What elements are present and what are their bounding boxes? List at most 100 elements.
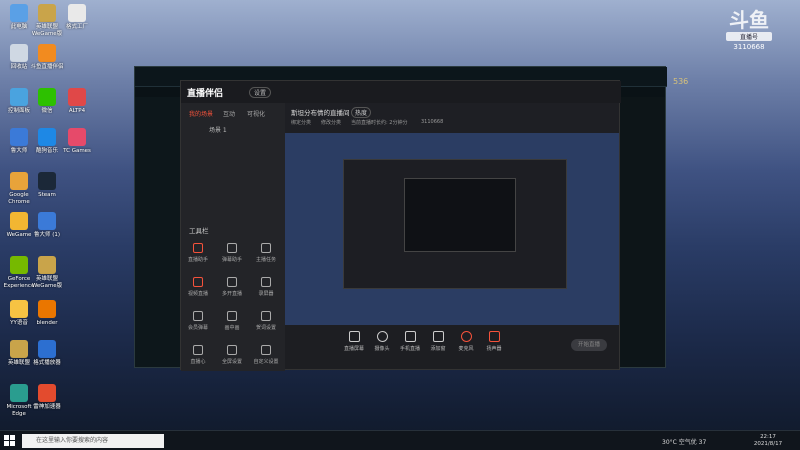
tool-icon: [227, 243, 237, 253]
tool-icon: [193, 243, 203, 253]
desktop-icon[interactable]: blender: [30, 300, 64, 327]
source-toolbar: 直播屏幕 摄像头 手机直播 添加窗 麦克风 扬声器 开始直播: [285, 325, 619, 369]
desktop-icons: 此电脑 英雄联盟 WeGame版 格式工厂 回收站 斗鱼直播伴侣 控制面板 微信…: [0, 0, 91, 430]
format-factory-icon: [68, 4, 86, 22]
speaker-button[interactable]: 扬声器: [479, 331, 509, 352]
windows-start-icon[interactable]: [4, 435, 15, 446]
stream-preview: [285, 133, 619, 325]
kugou-icon: [38, 128, 56, 146]
computer-icon: [10, 4, 28, 22]
tool-button[interactable]: 视频直播: [183, 277, 213, 297]
app-logo: 直播伴侣: [187, 89, 224, 99]
tool-icon: [193, 277, 203, 287]
douyu-icon: [38, 44, 56, 62]
taskbar-clock: 22:17 2021/8/17: [748, 434, 788, 448]
taskbar-search-input[interactable]: 在这里输入你要搜索的内容: [22, 434, 164, 448]
tool-icon: [227, 311, 237, 321]
clock-time: 22:17: [760, 434, 776, 440]
tool-icon: [193, 345, 203, 355]
lol-icon: [38, 4, 56, 22]
desktop-icon[interactable]: 微信: [30, 88, 64, 115]
start-live-button[interactable]: 开始直播: [571, 339, 607, 351]
lol-left-panel: [135, 97, 181, 367]
wegame-icon: [10, 212, 28, 230]
steam-icon: [38, 172, 56, 190]
chip-category[interactable]: 绑定分类: [291, 119, 311, 126]
desktop-icon[interactable]: 英雄联盟 WeGame版: [30, 256, 64, 290]
tool-icon: [227, 345, 237, 355]
tc-games-icon: [68, 128, 86, 146]
screen-source-button[interactable]: 直播屏幕: [339, 331, 369, 352]
desktop-icon[interactable]: 斗鱼直播伴侣: [30, 44, 64, 71]
tool-button[interactable]: 直播助手: [183, 243, 213, 263]
control-panel-icon: [10, 88, 28, 106]
nested-app-preview: [343, 159, 567, 289]
scene-item[interactable]: 场景 1: [209, 125, 227, 134]
desktop-icon[interactable]: 格式工厂: [60, 4, 94, 31]
tool-button[interactable]: 弹幕助手: [217, 243, 247, 263]
watermark-logo: 斗鱼: [729, 8, 769, 32]
watermark-sub: 直播号: [726, 32, 772, 41]
app-left-panel: 我的场景 互动 可视化 场景 1 工具栏 直播助手 弹幕助手 主播任务 视频直播…: [181, 103, 285, 371]
camera-icon: [376, 331, 388, 342]
tool-button[interactable]: 画中画: [217, 311, 247, 331]
window-icon: [432, 331, 444, 342]
blender-icon: [38, 300, 56, 318]
tool-button[interactable]: 全屏设置: [217, 345, 247, 365]
accelerator-icon: [38, 384, 56, 402]
wechat-icon: [38, 88, 56, 106]
room-heat-badge: 热度: [351, 107, 372, 118]
clock-date: 2021/8/17: [753, 441, 783, 447]
geforce-icon: [10, 256, 28, 274]
mic-button[interactable]: 麦克风: [451, 331, 481, 352]
yy-icon: [10, 300, 28, 318]
ludashi-icon: [38, 212, 56, 230]
app-settings-badge[interactable]: 设置: [249, 87, 272, 98]
recycle-bin-icon: [10, 44, 28, 62]
desktop-icon[interactable]: 格式播放器: [30, 340, 64, 367]
tool-button[interactable]: 贺词设置: [251, 311, 281, 331]
tool-icon: [261, 277, 271, 287]
tool-button[interactable]: 直播心: [183, 345, 213, 365]
desktop-icon[interactable]: TC Games: [60, 128, 94, 155]
nested-desktop-preview: [404, 178, 516, 252]
tool-icon: [261, 243, 271, 253]
desktop-icon[interactable]: ALTP4: [60, 88, 94, 115]
camera-source-button[interactable]: 摄像头: [367, 331, 397, 352]
taskbar: 在这里输入你要搜索的内容 30°C 空气优 37 22:17 2021/8/17: [0, 430, 800, 450]
tab-interact[interactable]: 互动: [223, 109, 235, 118]
phone-source-button[interactable]: 手机直播: [395, 331, 425, 352]
phone-icon: [404, 331, 416, 342]
tab-scene[interactable]: 我的场景: [189, 109, 213, 118]
tool-button[interactable]: 录屏器: [251, 277, 281, 297]
watermark-number: 3110668: [733, 43, 765, 51]
chrome-icon: [10, 172, 28, 190]
desktop: 此电脑 英雄联盟 WeGame版 格式工厂 回收站 斗鱼直播伴侣 控制面板 微信…: [0, 0, 800, 450]
desktop-icon[interactable]: 英雄联盟 WeGame版: [30, 4, 64, 38]
window-source-button[interactable]: 添加窗: [423, 331, 453, 352]
mic-icon: [460, 331, 472, 342]
tool-button[interactable]: 自定义设置: [251, 345, 281, 365]
app-titlebar: 直播伴侣 设置: [181, 81, 621, 103]
lol-icon: [10, 340, 28, 358]
lol-right-panel: [619, 97, 665, 367]
altp4-icon: [68, 88, 86, 106]
lol-icon: [38, 256, 56, 274]
tool-button[interactable]: 主播任务: [251, 243, 281, 263]
scene-tabs: 我的场景 互动 可视化: [189, 109, 281, 119]
chip-edit[interactable]: 修改分类: [321, 119, 341, 126]
edge-icon: [10, 384, 28, 402]
tool-button[interactable]: 多开直播: [217, 277, 247, 297]
tool-icon: [193, 311, 203, 321]
desktop-icon[interactable]: Steam: [30, 172, 64, 199]
desktop-icon[interactable]: 鲁大师 (1): [30, 212, 64, 239]
ludashi-icon: [10, 128, 28, 146]
tools-title: 工具栏: [189, 227, 209, 235]
desktop-icon[interactable]: 雷神加速器: [30, 384, 64, 411]
weather-status: 30°C 空气优 37: [662, 439, 707, 446]
desktop-icon[interactable]: 酷狗音乐: [30, 128, 64, 155]
tool-button[interactable]: 会员弹幕: [183, 311, 213, 331]
tab-visual[interactable]: 可视化: [247, 109, 265, 118]
streaming-app-window: 直播伴侣 设置 我的场景 互动 可视化 场景 1 工具栏 直播助手 弹幕助手 主…: [180, 80, 621, 371]
tool-icon: [261, 311, 271, 321]
